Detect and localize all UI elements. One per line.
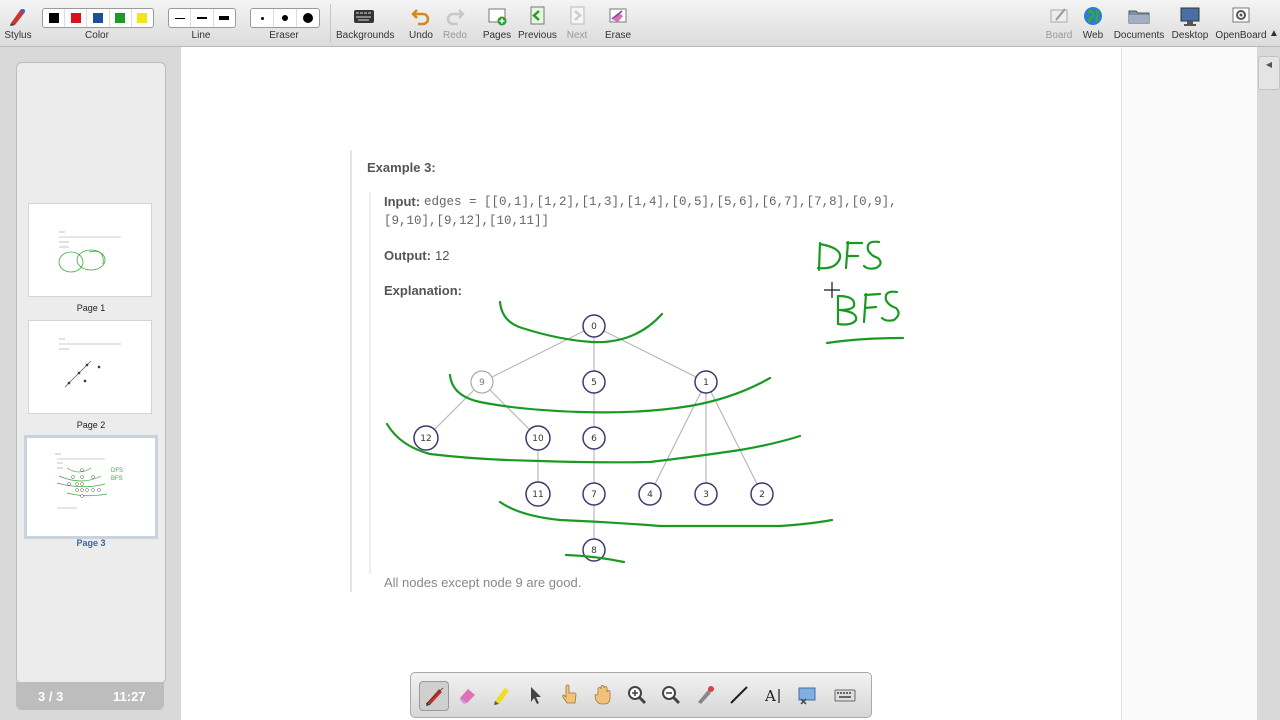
highlighter-tool[interactable] [487, 681, 515, 709]
node-5: 5 [582, 370, 606, 394]
svg-text:4: 4 [647, 490, 653, 500]
zoom-in-tool[interactable] [623, 681, 651, 709]
pointer-icon [531, 687, 541, 704]
svg-text:2: 2 [759, 490, 765, 500]
node-1: 1 [694, 370, 718, 394]
svg-text:8: 8 [591, 546, 597, 556]
hand-pointer-icon [562, 684, 577, 704]
node-11: 11 [525, 481, 551, 507]
explanation-footer: All nodes except node 9 are good. [384, 575, 582, 590]
ink-level-0 [498, 300, 664, 344]
svg-text:7: 7 [591, 490, 597, 500]
node-0: 0 [582, 314, 606, 338]
zoom-out-tool[interactable] [657, 681, 685, 709]
highlighter-icon [494, 688, 509, 705]
node-3: 3 [694, 482, 718, 506]
node-12: 12 [413, 425, 439, 451]
node-6: 6 [582, 426, 606, 450]
keyboard-icon [834, 689, 856, 702]
tree-diagram: 0 9 5 1 12 10 6 11 7 4 3 2 8 [385, 240, 905, 564]
svg-text:6: 6 [591, 434, 597, 444]
pen-tool[interactable] [419, 681, 449, 711]
interact-tool[interactable] [555, 681, 583, 709]
node-7: 7 [582, 482, 606, 506]
text-icon: A [764, 687, 780, 705]
laser-icon [698, 686, 714, 704]
hand-tool[interactable] [589, 681, 617, 709]
virtual-keyboard-tool[interactable] [831, 681, 859, 709]
tool-dock: A [410, 672, 872, 718]
svg-text:9: 9 [479, 378, 485, 388]
node-10: 10 [525, 425, 551, 451]
ink-level-3 [498, 500, 834, 528]
svg-text:5: 5 [591, 378, 597, 388]
eraser-tool[interactable] [453, 681, 481, 709]
svg-text:11: 11 [532, 490, 543, 500]
svg-text:10: 10 [532, 434, 544, 444]
capture-tool[interactable] [793, 681, 821, 709]
eraser-icon [460, 689, 475, 704]
ink-level-1 [448, 373, 772, 414]
node-2: 2 [750, 482, 774, 506]
node-4: 4 [638, 482, 662, 506]
svg-text:3: 3 [703, 490, 709, 500]
zoom-out-icon [662, 686, 681, 705]
capture-icon [798, 687, 816, 705]
text-tool[interactable]: A [759, 681, 787, 709]
svg-text:1: 1 [703, 378, 709, 388]
zoom-in-icon [628, 686, 647, 705]
hand-icon [594, 685, 611, 705]
node-9: 9 [470, 370, 494, 394]
line-icon [730, 686, 748, 704]
pen-icon [425, 687, 444, 706]
ink-dfs-text [816, 240, 882, 272]
svg-text:A: A [764, 687, 776, 705]
svg-text:12: 12 [420, 434, 431, 444]
line-tool[interactable] [725, 681, 753, 709]
ink-bfs-text [836, 290, 900, 326]
selector-tool[interactable] [521, 681, 549, 709]
ink-underline [825, 336, 905, 345]
laser-pointer-tool[interactable] [691, 681, 719, 709]
svg-text:0: 0 [591, 322, 597, 332]
